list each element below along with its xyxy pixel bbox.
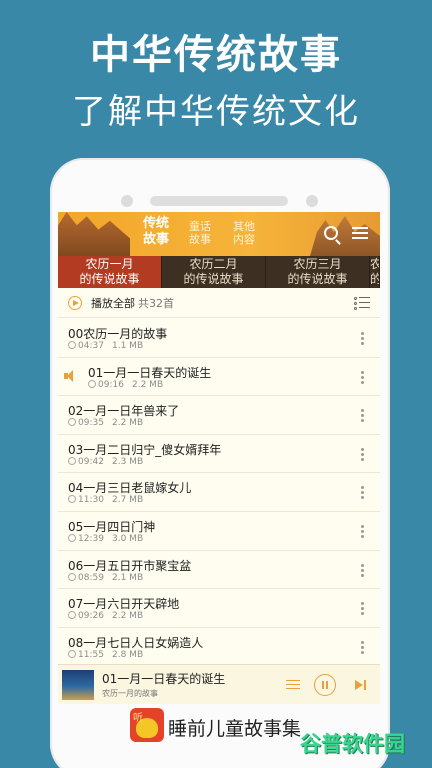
clock-icon bbox=[68, 611, 76, 620]
track-meta: 09:16 2.2 MB bbox=[88, 379, 164, 390]
month-tab-2[interactable]: 农历二月 的传说故事 bbox=[162, 256, 266, 288]
track-duration: 12:39 bbox=[78, 534, 104, 544]
pause-button[interactable] bbox=[314, 674, 336, 696]
track-size: 2.2 MB bbox=[112, 418, 144, 429]
track-row[interactable]: 07一月六日开天辟地 09:26 2.2 MB bbox=[58, 589, 380, 628]
now-playing-icon bbox=[64, 369, 78, 382]
app-screen: 传统 故事 童话 故事 其他 内容 农历一月 的传说故事 农历二月 的传说故事 … bbox=[58, 212, 380, 704]
track-duration: 11:55 bbox=[78, 649, 104, 660]
promo-subtitle: 了解中华传统文化 bbox=[72, 92, 360, 132]
month-tab-1[interactable]: 农历一月 的传说故事 bbox=[58, 256, 162, 288]
track-size: 2.7 MB bbox=[112, 495, 144, 506]
month-tabs: 农历一月 的传说故事 农历二月 的传说故事 农历三月 的传说故事 农 的 bbox=[58, 256, 380, 288]
track-title: 03一月二日归宁_傻女婿拜年 bbox=[68, 442, 222, 457]
app-logo-icon: 听 bbox=[130, 708, 164, 742]
top-header: 传统 故事 童话 故事 其他 内容 bbox=[58, 212, 380, 256]
more-options-icon[interactable] bbox=[361, 409, 364, 423]
track-duration: 04:37 bbox=[78, 341, 104, 351]
clock-icon bbox=[68, 572, 76, 581]
more-options-icon[interactable] bbox=[361, 447, 364, 462]
track-meta: 08:59 2.1 MB bbox=[68, 572, 144, 583]
track-row[interactable]: 02一月一日年兽来了 09:35 2.2 MB bbox=[58, 396, 380, 435]
track-size: 3.0 MB bbox=[112, 534, 144, 544]
clock-icon bbox=[68, 649, 76, 658]
next-track-icon[interactable] bbox=[355, 679, 367, 691]
more-options-icon[interactable] bbox=[361, 640, 364, 655]
phone-sensor bbox=[121, 195, 133, 207]
watermark: 谷普软件园 bbox=[300, 732, 405, 756]
mini-player[interactable]: 01一月一日春天的诞生 农历一月的故事 bbox=[58, 664, 380, 704]
track-duration: 09:16 bbox=[98, 379, 124, 390]
track-row[interactable]: 03一月二日归宁_傻女婿拜年 09:42 2.3 MB bbox=[58, 435, 380, 474]
more-options-icon[interactable] bbox=[361, 370, 364, 385]
track-size: 1.1 MB bbox=[112, 341, 144, 351]
track-count: 共32首 bbox=[138, 297, 174, 310]
track-meta: 09:42 2.3 MB bbox=[68, 456, 144, 467]
track-size: 2.8 MB bbox=[112, 649, 144, 660]
track-size: 2.2 MB bbox=[112, 611, 144, 622]
track-title: 08一月七日人日女娲造人 bbox=[68, 635, 204, 650]
phone-camera bbox=[306, 195, 318, 207]
tab-fairy-tales[interactable]: 童话 故事 bbox=[184, 220, 216, 246]
track-title: 04一月三日老鼠嫁女儿 bbox=[68, 481, 192, 496]
app-name: 睡前儿童故事集 bbox=[168, 718, 302, 740]
track-size: 2.3 MB bbox=[112, 456, 144, 467]
phone-speaker bbox=[150, 196, 288, 206]
player-subtitle: 农历一月的故事 bbox=[102, 689, 158, 698]
clock-icon bbox=[68, 418, 76, 427]
track-row[interactable]: 00农历一月的故事 04:37 1.1 MB bbox=[58, 319, 380, 358]
track-duration: 09:35 bbox=[78, 418, 104, 429]
track-duration: 08:59 bbox=[78, 572, 104, 583]
track-title: 06一月五日开市聚宝盆 bbox=[68, 558, 192, 573]
track-title: 02一月一日年兽来了 bbox=[68, 404, 180, 419]
track-row[interactable]: 06一月五日开市聚宝盆 08:59 2.1 MB bbox=[58, 551, 380, 590]
clock-icon bbox=[68, 456, 76, 465]
play-all-label[interactable]: 播放全部 bbox=[91, 295, 135, 311]
month-tab-4[interactable]: 农 的 bbox=[370, 256, 380, 288]
track-title: 01一月一日春天的诞生 bbox=[88, 365, 212, 380]
track-size: 2.1 MB bbox=[112, 572, 144, 583]
more-options-icon[interactable] bbox=[361, 563, 364, 578]
track-duration: 09:26 bbox=[78, 611, 104, 622]
track-meta: 09:26 2.2 MB bbox=[68, 611, 143, 621]
list-mode-icon[interactable] bbox=[354, 297, 370, 310]
header-decoration-left bbox=[58, 212, 130, 256]
track-row[interactable]: 08一月七日人日女娲造人 11:55 2.8 MB bbox=[58, 628, 380, 667]
track-title: 07一月六日开天辟地 bbox=[68, 597, 180, 612]
month-tab-3[interactable]: 农历三月 的传说故事 bbox=[266, 256, 370, 288]
track-meta: 12:39 3.0 MB bbox=[68, 534, 143, 544]
clock-icon bbox=[68, 341, 76, 349]
playlist-icon[interactable] bbox=[286, 680, 300, 690]
track-meta: 11:30 2.7 MB bbox=[68, 495, 143, 505]
track-meta: 04:37 1.1 MB bbox=[68, 341, 143, 351]
more-options-icon[interactable] bbox=[361, 486, 364, 500]
track-title: 00农历一月的故事 bbox=[68, 327, 168, 341]
track-row[interactable]: 01一月一日春天的诞生 09:16 2.2 MB bbox=[58, 358, 380, 397]
track-row[interactable]: 05一月四日门神 12:39 3.0 MB bbox=[58, 512, 380, 551]
track-title: 05一月四日门神 bbox=[68, 520, 156, 534]
search-icon[interactable] bbox=[324, 226, 338, 240]
more-options-icon[interactable] bbox=[361, 332, 364, 346]
cover-art[interactable] bbox=[62, 670, 94, 700]
play-all-bar[interactable]: 播放全部 共32首 bbox=[58, 288, 380, 318]
menu-icon[interactable] bbox=[352, 227, 368, 239]
track-meta: 09:35 2.2 MB bbox=[68, 418, 143, 428]
tab-other-content[interactable]: 其他 内容 bbox=[228, 220, 260, 246]
tab-traditional-stories[interactable]: 传统 故事 bbox=[138, 216, 174, 248]
clock-icon bbox=[68, 495, 76, 504]
track-size: 2.2 MB bbox=[132, 379, 164, 390]
clock-icon bbox=[88, 379, 96, 388]
header-decoration-right bbox=[310, 216, 380, 256]
track-duration: 11:30 bbox=[78, 495, 104, 506]
track-duration: 09:42 bbox=[78, 456, 104, 467]
track-row[interactable]: 04一月三日老鼠嫁女儿 11:30 2.7 MB bbox=[58, 473, 380, 512]
app-logo-text: 听 bbox=[133, 713, 143, 724]
promo-title: 中华传统故事 bbox=[90, 32, 342, 78]
track-meta: 11:55 2.8 MB bbox=[68, 649, 144, 660]
clock-icon bbox=[68, 534, 76, 542]
more-options-icon[interactable] bbox=[361, 525, 364, 539]
player-title: 01一月一日春天的诞生 bbox=[102, 672, 226, 686]
more-options-icon[interactable] bbox=[361, 602, 364, 616]
play-circle-icon[interactable] bbox=[68, 296, 82, 310]
